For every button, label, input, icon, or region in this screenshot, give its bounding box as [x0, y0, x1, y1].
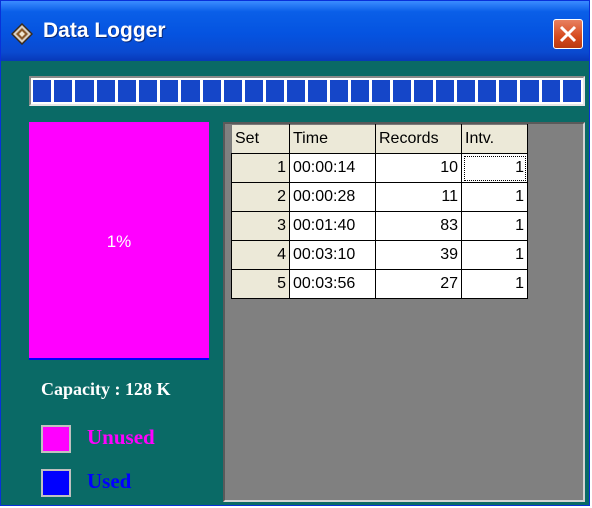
progress-block: [308, 80, 327, 102]
table-row[interactable]: 1 00:00:14 10 1: [231, 153, 528, 183]
records-grid[interactable]: Set Time Records Intv. 1 00:00:14 10 1 2…: [223, 122, 585, 502]
memory-used-fill: [29, 358, 209, 360]
interval-cell[interactable]: 1: [461, 153, 528, 183]
used-percent-label: 1%: [106, 232, 132, 251]
set-cell[interactable]: 2: [231, 182, 290, 212]
time-cell[interactable]: 00:00:14: [289, 153, 376, 183]
data-logger-window: Data Logger 1% Capacity : 128 K Unused U…: [0, 0, 590, 506]
table-row[interactable]: 4 00:03:10 39 1: [231, 240, 528, 270]
column-header-time[interactable]: Time: [289, 124, 376, 154]
time-cell[interactable]: 00:03:56: [289, 269, 376, 299]
progress-block: [181, 80, 200, 102]
progress-block: [562, 80, 581, 102]
progress-block: [435, 80, 454, 102]
set-cell[interactable]: 4: [231, 240, 290, 270]
interval-cell[interactable]: 1: [461, 211, 528, 241]
progress-block: [393, 80, 412, 102]
records-cell[interactable]: 27: [375, 269, 462, 299]
table-row[interactable]: 3 00:01:40 83 1: [231, 211, 528, 241]
progress-block: [477, 80, 497, 102]
progress-block: [520, 80, 539, 102]
records-table: Set Time Records Intv. 1 00:00:14 10 1 2…: [231, 124, 528, 299]
progress-block: [96, 80, 115, 102]
progress-block: [350, 80, 369, 102]
progress-block: [499, 80, 518, 102]
records-cell[interactable]: 83: [375, 211, 462, 241]
progress-block: [372, 80, 391, 102]
set-cell[interactable]: 5: [231, 269, 290, 299]
window-title: Data Logger: [43, 19, 166, 42]
interval-cell[interactable]: 1: [461, 269, 528, 299]
progress-block: [541, 80, 560, 102]
progress-block: [223, 80, 242, 102]
column-header-intv[interactable]: Intv.: [461, 124, 528, 154]
progress-block: [244, 80, 264, 102]
interval-cell[interactable]: 1: [461, 240, 528, 270]
progress-block: [160, 80, 179, 102]
progress-block: [75, 80, 94, 102]
unused-legend-label: Unused: [87, 425, 155, 449]
time-cell[interactable]: 00:00:28: [289, 182, 376, 212]
progress-block: [456, 80, 475, 102]
close-button[interactable]: [553, 19, 583, 49]
table-row[interactable]: 5 00:03:56 27 1: [231, 269, 528, 299]
progress-block: [266, 80, 285, 102]
progress-block: [33, 80, 52, 102]
memory-usage-panel: 1%: [29, 122, 209, 360]
set-cell[interactable]: 3: [231, 211, 290, 241]
records-cell[interactable]: 39: [375, 240, 462, 270]
progress-block: [287, 80, 306, 102]
progress-block: [414, 80, 433, 102]
interval-cell[interactable]: 1: [461, 182, 528, 212]
progress-block: [202, 80, 221, 102]
progress-bar: [29, 76, 585, 106]
progress-fill: [33, 80, 581, 102]
column-header-records[interactable]: Records: [375, 124, 462, 154]
time-cell[interactable]: 00:03:10: [289, 240, 376, 270]
progress-block: [117, 80, 136, 102]
used-legend-swatch: [41, 469, 71, 497]
table-row[interactable]: 2 00:00:28 11 1: [231, 182, 528, 212]
records-cell[interactable]: 11: [375, 182, 462, 212]
used-legend-label: Used: [87, 469, 132, 493]
header-row: Set Time Records Intv.: [231, 124, 528, 154]
records-cell[interactable]: 10: [375, 153, 462, 183]
close-icon: [559, 25, 577, 43]
progress-block: [329, 80, 348, 102]
column-header-set[interactable]: Set: [231, 124, 290, 154]
progress-block: [138, 80, 158, 102]
time-cell[interactable]: 00:01:40: [289, 211, 376, 241]
progress-block: [54, 80, 73, 102]
data-logger-app-icon: [11, 23, 33, 45]
unused-legend-swatch: [41, 425, 71, 453]
capacity-label: Capacity : 128 K: [41, 379, 171, 399]
title-bar[interactable]: Data Logger: [1, 1, 589, 61]
set-cell[interactable]: 1: [231, 153, 290, 183]
